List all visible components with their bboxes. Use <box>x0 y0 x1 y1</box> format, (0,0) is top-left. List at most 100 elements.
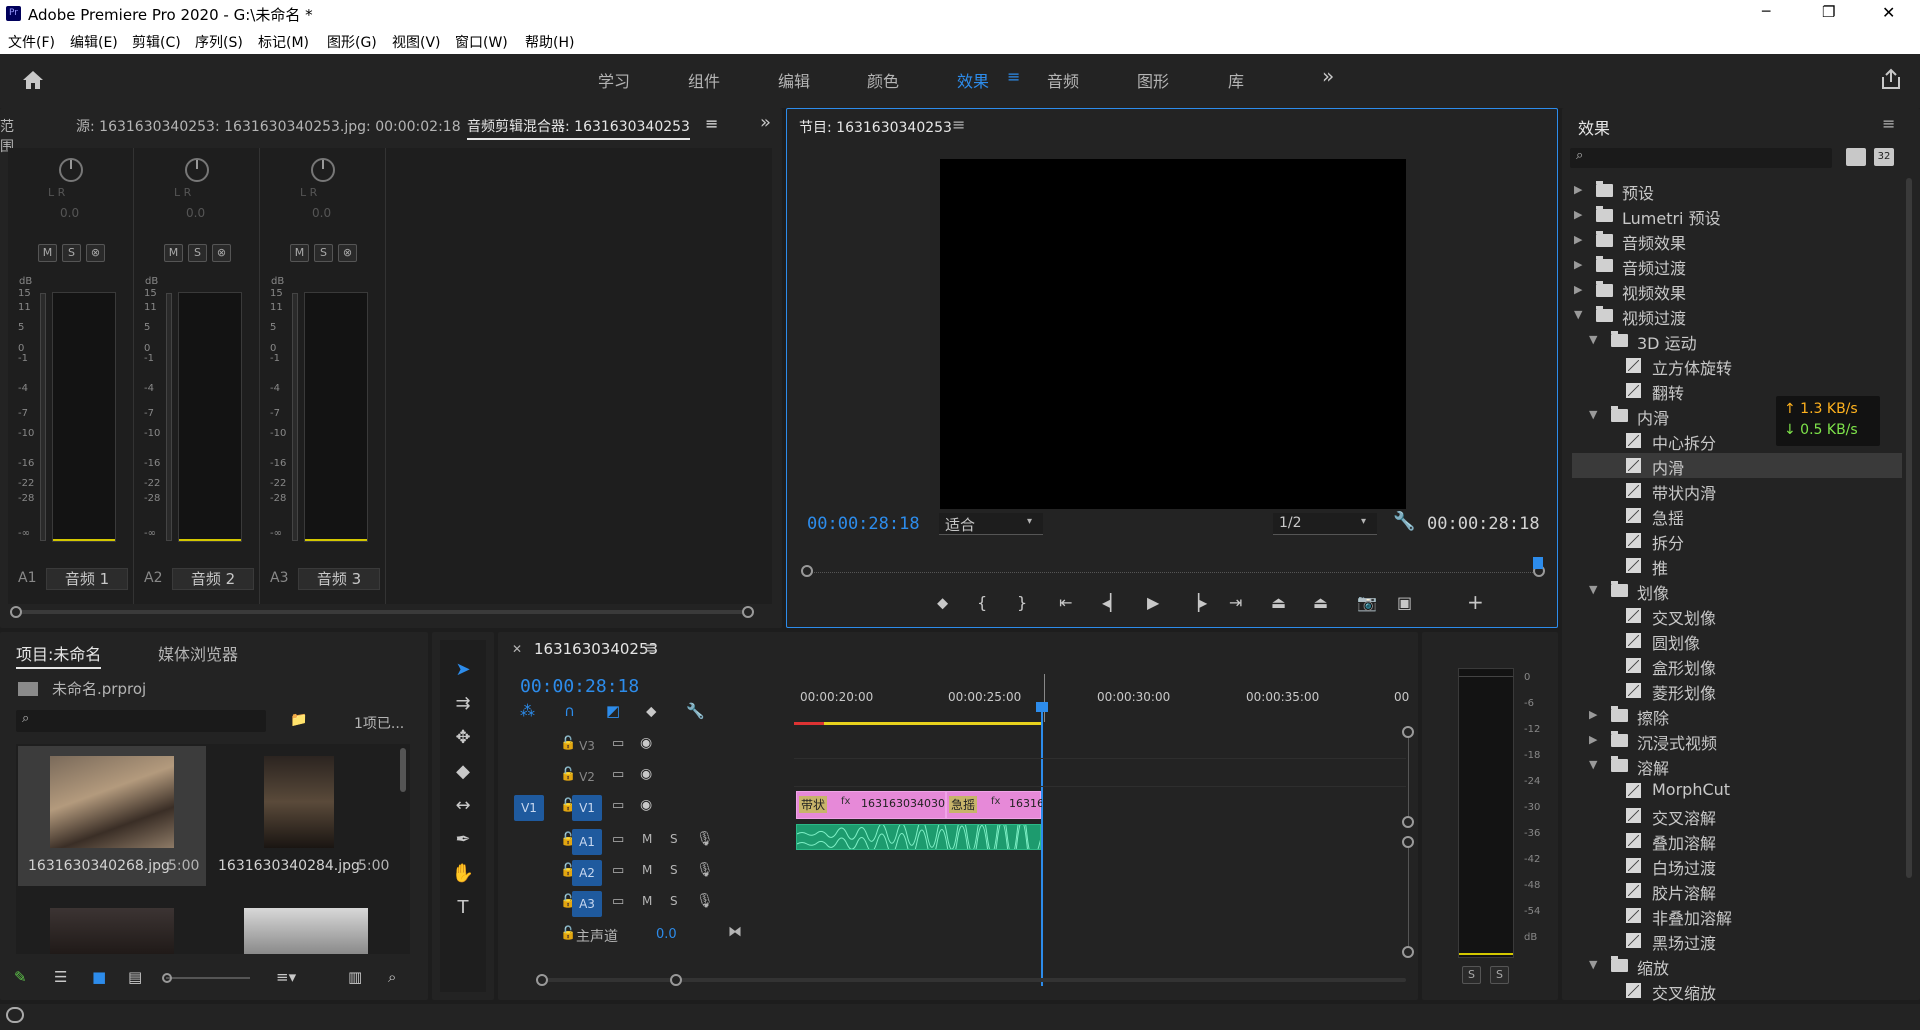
add-marker-icon[interactable]: ⬥ <box>646 702 657 720</box>
project-item[interactable]: 1631630340268.jpg 5:00 <box>18 746 206 886</box>
pan-value[interactable]: 0.0 <box>60 206 79 220</box>
effect-item[interactable]: 推 <box>1572 553 1902 578</box>
timeline-scrollbar[interactable] <box>536 974 1406 986</box>
panel-menu-icon[interactable]: ≡ <box>705 114 718 133</box>
tab-media-browser[interactable]: 媒体浏览器 <box>158 641 238 665</box>
close-icon[interactable]: ✕ <box>512 642 522 656</box>
effect-item[interactable]: 内滑 <box>1572 453 1902 478</box>
solo-left-button[interactable]: S <box>1462 966 1481 984</box>
sort-icon[interactable]: ≡▾ <box>276 968 296 986</box>
mute-track-icon[interactable]: M <box>642 832 652 846</box>
lift-icon[interactable]: ⏏ <box>1271 593 1286 612</box>
effect-item[interactable]: 交叉溶解 <box>1572 803 1902 828</box>
track-target-button[interactable]: A2 <box>572 860 602 886</box>
work-area-bar[interactable] <box>794 722 1041 725</box>
effect-item[interactable]: 交叉缩放 <box>1572 978 1902 1003</box>
menu-edit[interactable]: 编辑(E) <box>70 32 118 52</box>
chevron-down-icon[interactable]: ▼ <box>1589 758 1597 771</box>
solo-right-button[interactable]: S <box>1490 966 1509 984</box>
workspace-effects[interactable]: 效果 <box>957 68 989 92</box>
new-bin-from-search-icon[interactable]: 📁 <box>290 712 307 728</box>
mark-in-icon[interactable]: { <box>977 593 987 612</box>
effects-folder[interactable]: ▶ 视频效果 <box>1572 278 1902 303</box>
pen-tool-icon[interactable]: ✒ <box>448 826 478 854</box>
effects-folder[interactable]: ▶ 擦除 <box>1572 703 1902 728</box>
track-target-button[interactable]: V2 <box>572 764 602 790</box>
find-icon[interactable]: ⌕ <box>388 968 396 986</box>
mute-button[interactable]: M <box>38 244 57 262</box>
tab-source[interactable]: 源: 1631630340253: 1631630340253.jpg: 00:… <box>76 116 461 136</box>
workspace-more-icon[interactable]: » <box>1322 64 1334 88</box>
volume-fader-track[interactable] <box>40 293 46 541</box>
microphone-icon[interactable]: 🎙 <box>696 831 714 847</box>
sync-lock-icon[interactable]: ▭ <box>612 863 624 878</box>
pan-value[interactable]: 0.0 <box>186 206 205 220</box>
chevron-down-icon[interactable]: ▼ <box>1589 958 1597 971</box>
home-icon[interactable] <box>22 70 44 90</box>
track-target-button[interactable]: V3 <box>572 733 602 759</box>
type-tool-icon[interactable]: T <box>448 894 478 922</box>
workspace-audio[interactable]: 音频 <box>1047 68 1079 92</box>
go-to-out-icon[interactable]: ⇥ <box>1229 593 1242 612</box>
chevron-right-icon[interactable]: ▶ <box>1589 708 1597 721</box>
effects-folder[interactable]: ▶ 音频过渡 <box>1572 253 1902 278</box>
solo-track-icon[interactable]: S <box>670 894 678 908</box>
panel-menu-icon[interactable]: ≡ <box>1882 114 1895 133</box>
workspace-libraries[interactable]: 库 <box>1228 68 1244 92</box>
time-ruler[interactable]: 00:00:20:00 00:00:25:00 00:00:30:00 00:0… <box>794 674 1409 722</box>
sync-lock-icon[interactable]: ▭ <box>612 798 624 813</box>
program-timecode[interactable]: 00:00:28:18 <box>807 514 920 534</box>
a1-audio-clip[interactable] <box>796 824 1041 850</box>
share-icon[interactable] <box>1880 68 1902 90</box>
v1-clip-1[interactable]: 带状 fx 1631630340301 <box>796 791 952 819</box>
menu-graphics[interactable]: 图形(G) <box>327 32 377 52</box>
sync-lock-icon[interactable]: ▭ <box>612 736 624 751</box>
mute-track-icon[interactable]: M <box>642 894 652 908</box>
source-patch-button[interactable]: V1 <box>514 795 544 821</box>
effects-folder[interactable]: ▼ 划像 <box>1572 578 1902 603</box>
effects-folder[interactable]: ▶ 预设 <box>1572 178 1902 203</box>
workspace-editing[interactable]: 编辑 <box>778 68 810 92</box>
project-item[interactable] <box>50 908 174 954</box>
icon-view-icon[interactable]: ■ <box>92 968 106 986</box>
chevron-right-icon[interactable]: ▶ <box>1574 233 1582 246</box>
v1-clip-2[interactable]: 急摇 fx 1631630340264 <box>946 791 1042 819</box>
effects-folder[interactable]: ▼ 缩放 <box>1572 953 1902 978</box>
effect-item[interactable]: 交叉划像 <box>1572 603 1902 628</box>
solo-button[interactable]: S <box>62 244 81 262</box>
effect-item[interactable]: 叠加溶解 <box>1572 828 1902 853</box>
pan-knob[interactable] <box>59 158 83 182</box>
workspace-graphics[interactable]: 图形 <box>1137 68 1169 92</box>
timeline-timecode[interactable]: 00:00:28:18 <box>520 676 639 697</box>
effect-item[interactable]: 非叠加溶解 <box>1572 903 1902 928</box>
microphone-icon[interactable]: 🎙 <box>696 893 714 909</box>
menu-help[interactable]: 帮助(H) <box>525 32 574 52</box>
resolution-dropdown[interactable]: 1/2 ▾ <box>1273 513 1377 535</box>
mute-button[interactable]: M <box>164 244 183 262</box>
track-select-tool-icon[interactable]: ⇉ <box>448 690 478 718</box>
export-frame-camera-icon[interactable]: 📷 <box>1357 593 1377 612</box>
bowtie-icon[interactable]: ⧓ <box>728 924 742 940</box>
chevron-right-icon[interactable]: ▶ <box>1574 183 1582 196</box>
zoom-dropdown[interactable]: 适合 ▾ <box>939 513 1043 535</box>
project-search-input[interactable]: ⌕ <box>16 710 266 732</box>
pan-value[interactable]: 0.0 <box>312 206 331 220</box>
solo-track-icon[interactable]: S <box>670 832 678 846</box>
menu-sequence[interactable]: 序列(S) <box>195 32 243 52</box>
tab-audio-clip-mixer[interactable]: 音频剪辑混合器: 1631630340253 <box>467 116 690 140</box>
step-forward-icon[interactable]: ▕▸ <box>1187 593 1207 612</box>
effects-folder[interactable]: ▼ 溶解 <box>1572 753 1902 778</box>
play-icon[interactable]: ▶ <box>1147 593 1159 612</box>
effect-item[interactable]: 立方体旋转 <box>1572 353 1902 378</box>
audio-track-scroll[interactable] <box>1402 836 1414 958</box>
effects-scrollbar[interactable] <box>1906 178 1912 878</box>
menu-window[interactable]: 窗口(W) <box>455 32 508 52</box>
effect-item[interactable]: 圆划像 <box>1572 628 1902 653</box>
workspace-effects-menu-icon[interactable]: ≡ <box>1007 67 1020 86</box>
effect-item[interactable]: 急摇 <box>1572 503 1902 528</box>
hand-tool-icon[interactable]: ✋ <box>448 860 478 888</box>
panel-more-icon[interactable]: » <box>760 112 771 133</box>
record-button[interactable]: ⊗ <box>338 244 357 262</box>
workspace-color[interactable]: 颜色 <box>867 68 899 92</box>
video-track-scroll[interactable] <box>1402 726 1414 828</box>
